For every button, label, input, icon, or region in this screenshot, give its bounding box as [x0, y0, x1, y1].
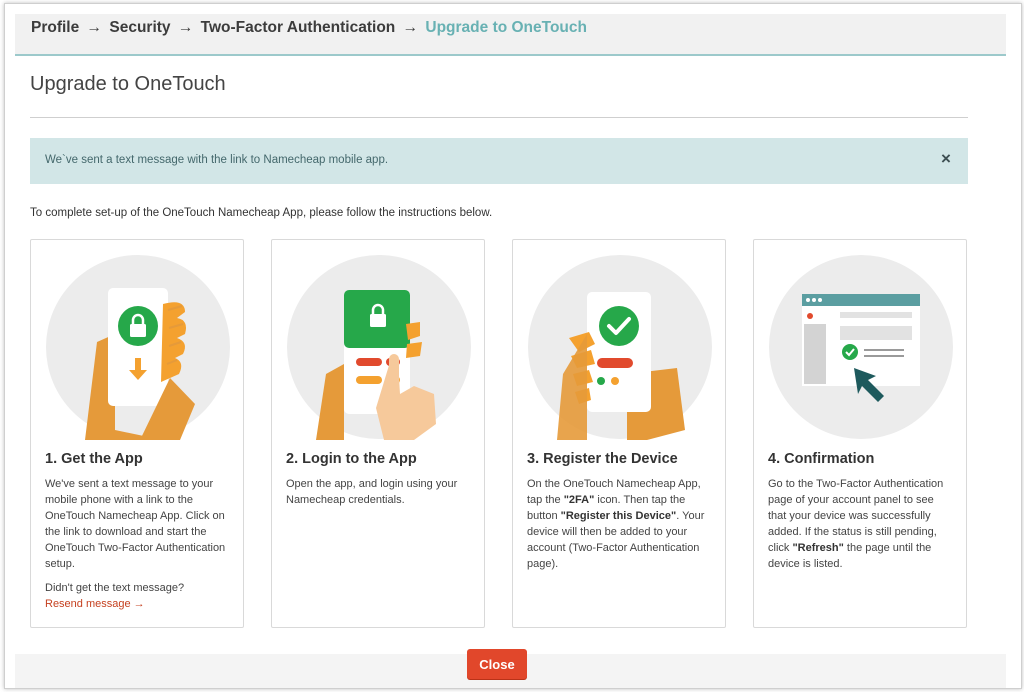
info-alert: We`ve sent a text message with the link …	[30, 138, 968, 184]
step-card-login: 2. Login to the App Open the app, and lo…	[271, 239, 485, 628]
breadcrumb-separator: →	[402, 19, 419, 36]
title-divider	[30, 117, 968, 118]
step-card-get-app: 1. Get the App We've sent a text message…	[30, 239, 244, 628]
breadcrumb-separator: →	[86, 19, 103, 36]
breadcrumb: Profile → Security → Two-Factor Authenti…	[31, 19, 587, 37]
phone-login-icon	[287, 255, 471, 440]
step-card-register: 3. Register the Device On the OneTouch N…	[512, 239, 726, 628]
breadcrumb-bar: Profile → Security → Two-Factor Authenti…	[15, 14, 1006, 56]
step-description: Go to the Two-Factor Authentication page…	[768, 478, 944, 570]
phone-register-icon	[528, 255, 712, 440]
breadcrumb-current: Upgrade to OneTouch	[425, 19, 587, 36]
page-title: Upgrade to OneTouch	[30, 73, 226, 95]
step-title: 1. Get the App	[45, 451, 143, 467]
resend-message-link[interactable]: Resend message →	[45, 598, 145, 610]
step-title: 2. Login to the App	[286, 451, 417, 467]
breadcrumb-security[interactable]: Security	[109, 19, 170, 36]
phone-download-icon	[46, 255, 230, 440]
main-content: Upgrade to OneTouch We`ve sent a text me…	[15, 56, 1006, 688]
step-description: On the OneTouch Namecheap App, tap the "…	[527, 478, 705, 570]
resend-prompt: Didn't get the text message? Resend mess…	[45, 580, 231, 612]
step-title: 3. Register the Device	[527, 451, 678, 467]
intro-text: To complete set-up of the OneTouch Namec…	[30, 207, 493, 219]
browser-confirm-icon	[769, 255, 953, 439]
breadcrumb-profile[interactable]: Profile	[31, 19, 79, 36]
step-description: We've sent a text message to your mobile…	[45, 478, 226, 570]
close-button[interactable]: Close	[467, 649, 527, 679]
close-icon[interactable]: ×	[936, 147, 956, 171]
alert-message: We`ve sent a text message with the link …	[45, 154, 389, 166]
breadcrumb-two-factor[interactable]: Two-Factor Authentication	[201, 19, 396, 36]
step-card-confirmation: 4. Confirmation Go to the Two-Factor Aut…	[753, 239, 967, 628]
dialog-window: Profile → Security → Two-Factor Authenti…	[4, 3, 1022, 689]
resend-question: Didn't get the text message?	[45, 582, 185, 594]
breadcrumb-separator: →	[177, 19, 194, 36]
step-description: Open the app, and login using your Namec…	[286, 478, 458, 506]
step-title: 4. Confirmation	[768, 451, 875, 467]
